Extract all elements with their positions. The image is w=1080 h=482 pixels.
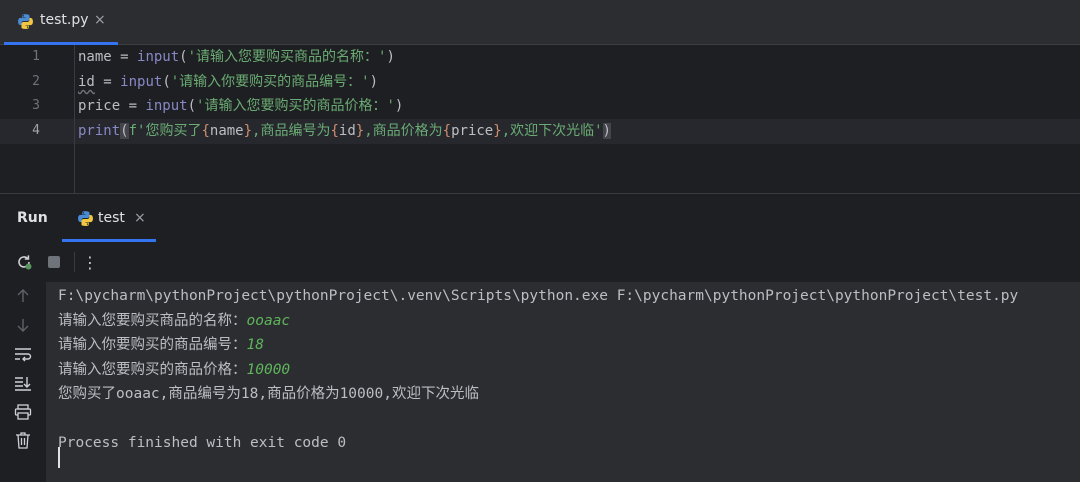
run-window-title: Run [17,210,48,226]
soft-wrap-icon [15,348,32,362]
console-output[interactable]: F:\pycharm\pythonProject\pythonProject\.… [46,282,1080,482]
code-token: { [201,123,210,139]
run-tool-window: Run test × ⋮ F:\pycharm\pythonProject\py… [0,193,1080,482]
code-token: price [78,98,121,114]
code-token: ) [602,123,611,139]
code-token: ( [162,74,171,90]
code-token: ) [386,49,395,65]
code-token: ) [394,98,404,114]
stop-button[interactable] [44,252,64,272]
console-prompt: 请输入你要购买的商品编号： [58,337,247,353]
close-icon[interactable]: × [94,12,106,28]
editor-tab-label: test.py [40,12,89,28]
run-tab-test[interactable]: test × [62,194,156,242]
code-token: input [120,74,163,90]
python-icon [17,13,34,30]
console-line: 请输入您要购买的商品价格：10000 [58,358,290,382]
rerun-button[interactable] [14,252,34,272]
code-token: '请输入你要购买的商品编号：' [170,74,370,90]
line-number-gutter: 1 2 3 4 [0,45,74,193]
console-prompt: 请输入您要购买的商品价格： [58,362,247,378]
code-token: } [243,123,253,139]
console-line: 请输入您要购买商品的名称：ooaac [58,309,290,333]
code-token: ,商品编号为 [252,123,331,139]
scroll-to-end-button[interactable] [13,373,33,393]
code-token: input [145,98,188,114]
code-token: '请输入您要购买的商品价格：' [196,98,395,114]
code-token: = [94,74,121,90]
code-token: ) [369,74,379,90]
toolbar-separator [74,252,75,272]
console-user-input: 18 [246,337,264,353]
arrow-down-icon [17,319,29,332]
code-token: print [78,123,121,139]
code-token: ( [187,98,197,114]
line-number: 2 [32,74,40,89]
line-number: 1 [32,49,40,64]
run-tab-label: test [98,210,125,226]
scroll-to-end-icon [15,377,31,391]
text-caret [58,447,60,468]
code-token: ( [120,123,129,139]
python-icon [77,210,94,227]
code-token: input [137,49,180,65]
console-side-toolbar [0,282,46,482]
console-user-input: ooaac [246,313,291,329]
print-icon [14,404,32,420]
code-token: '请输入您要购买商品的名称：' [187,49,387,65]
code-token: ( [179,49,188,65]
more-options-button[interactable]: ⋮ [80,252,100,272]
trash-icon [16,432,30,449]
console-line: 请输入你要购买的商品编号：18 [58,333,264,357]
scroll-down-button[interactable] [13,315,33,335]
arrow-up-icon [17,289,29,302]
code-token: = [120,98,146,114]
scroll-up-button[interactable] [13,286,33,306]
console-result-line: 您购买了ooaac,商品编号为18,商品价格为10000,欢迎下次光临 [58,386,479,402]
code-token: } [493,123,502,139]
code-token: name [209,123,244,139]
console-prompt: 请输入您要购买商品的名称： [58,313,247,329]
console-exit-line: Process finished with exit code 0 [58,435,347,451]
code-editor[interactable]: 1 2 3 4 name = input('请输入您要购买商品的名称：') id… [0,45,1080,193]
code-token: id [338,123,356,139]
line-number: 4 [32,123,40,138]
code-token: = [111,49,138,65]
code-line-2[interactable]: id = input('请输入你要购买的商品编号：') [78,70,378,94]
run-window-header: Run test × [0,194,1080,242]
code-token: { [330,123,339,139]
close-icon[interactable]: × [134,210,146,226]
code-token: ,商品价格为 [364,123,443,139]
run-toolbar: ⋮ [0,242,1080,282]
gutter-separator [74,45,75,193]
code-token: { [442,123,452,139]
code-line-1[interactable]: name = input('请输入您要购买商品的名称：') [78,45,395,69]
code-token: } [355,123,365,139]
soft-wrap-button[interactable] [13,344,33,364]
editor-tab-test-py[interactable]: test.py × [0,0,118,45]
code-token: price [451,123,494,139]
code-token: ,欢迎下次光临' [501,123,603,139]
code-token: id [78,74,95,90]
stop-icon [48,256,60,268]
code-line-3[interactable]: price = input('请输入您要购买的商品价格：') [78,94,403,118]
clear-console-button[interactable] [13,430,33,450]
console-user-input: 10000 [246,362,291,378]
code-line-4[interactable]: print(f'您购买了{name},商品编号为{id},商品价格为{price… [78,119,611,143]
console-command-line: F:\pycharm\pythonProject\pythonProject\.… [58,288,1019,304]
line-number: 3 [32,98,40,113]
print-button[interactable] [13,402,33,422]
editor-tab-bar: test.py × [0,0,1080,45]
code-token: name [78,49,112,65]
rerun-icon [18,255,32,270]
code-token: f'您购买了 [128,123,202,139]
more-vertical-icon: ⋮ [82,252,98,272]
